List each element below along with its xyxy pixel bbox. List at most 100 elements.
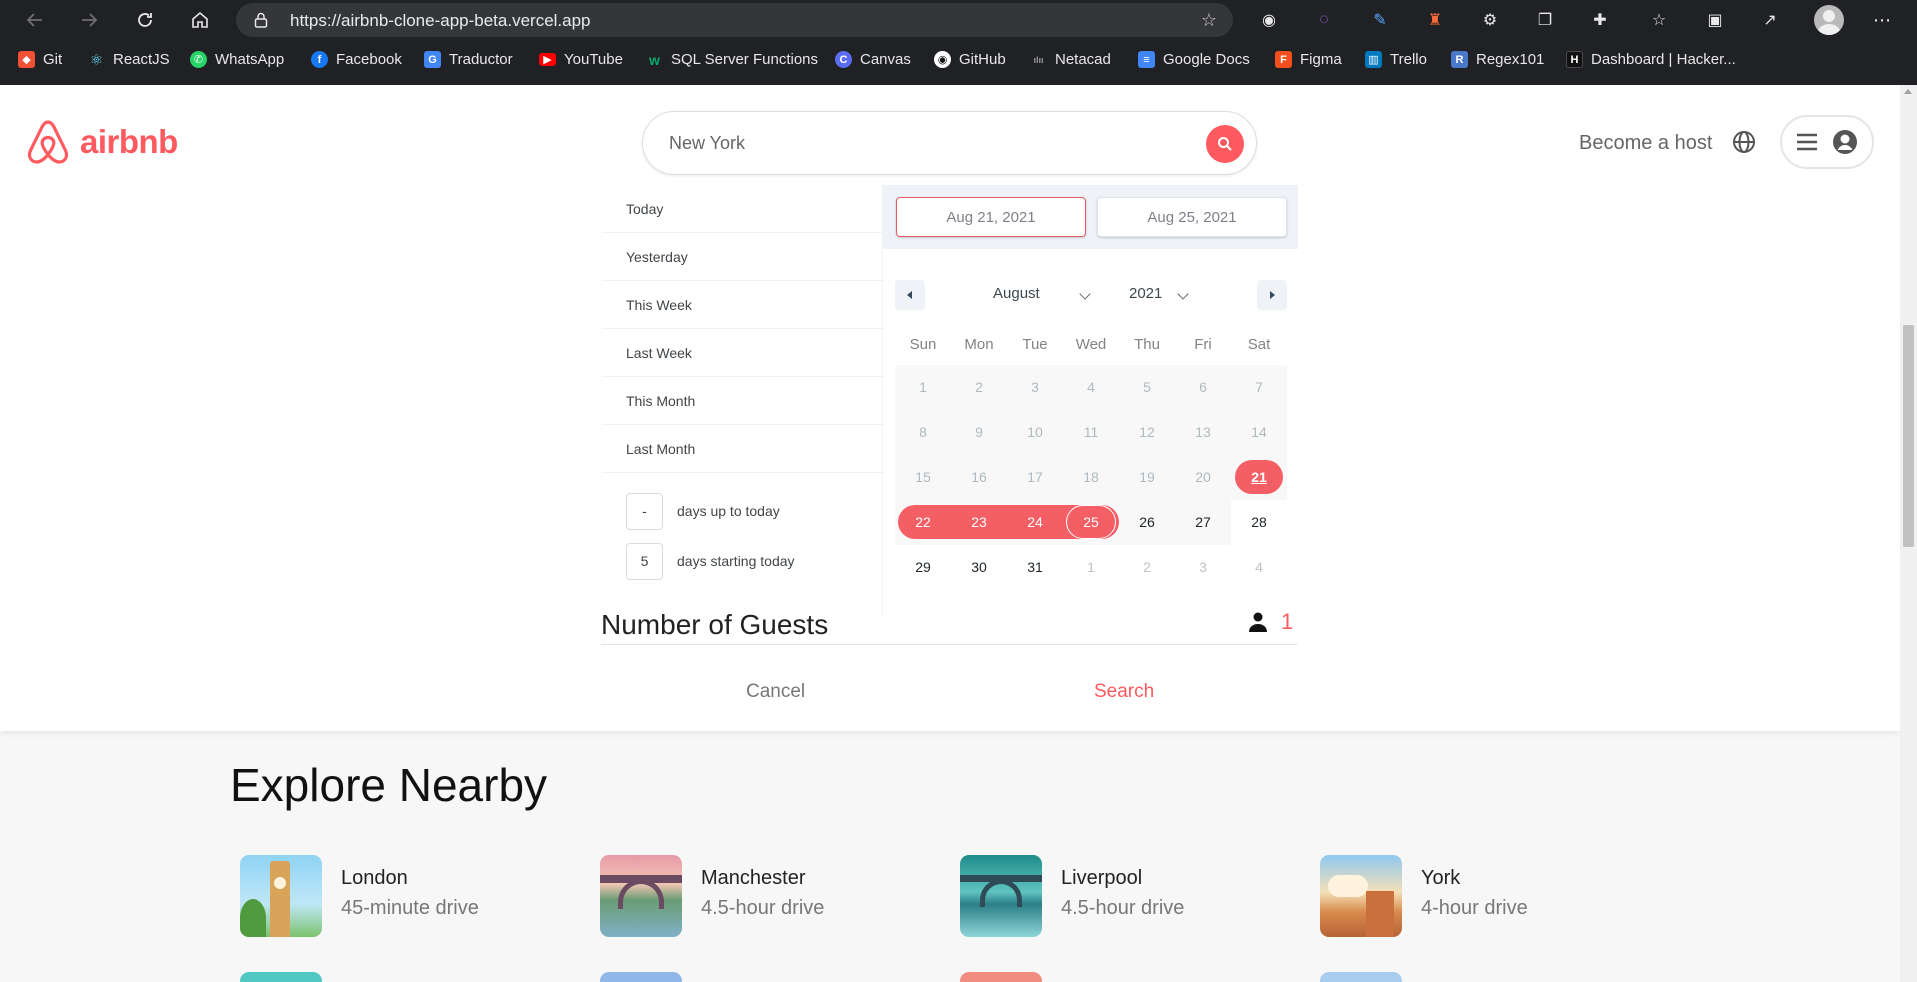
bookmark-facebook[interactable]: f Facebook <box>311 51 402 68</box>
calendar-day[interactable]: 31 <box>1007 549 1063 585</box>
calendar-day-next-month: 3 <box>1199 559 1207 575</box>
bookmark-youtube[interactable]: ▶ YouTube <box>539 51 623 68</box>
cancel-button[interactable]: Cancel <box>746 681 805 703</box>
airbnb-logo-icon <box>27 120 69 164</box>
bookmark-whatsapp[interactable]: ✆ WhatsApp <box>190 51 284 68</box>
bookmark-figma[interactable]: F Figma <box>1275 51 1342 68</box>
search-submit-button[interactable]: Search <box>1094 681 1154 703</box>
trello-icon: ▥ <box>1365 51 1382 68</box>
calendar-day-start-selected[interactable]: 21 <box>1235 460 1283 494</box>
address-bar[interactable]: https://airbnb-clone-app-beta.vercel.app… <box>236 3 1233 37</box>
favorites-icon[interactable]: ☆ <box>1647 8 1671 32</box>
nearby-city: London <box>341 867 408 889</box>
extension-icon[interactable]: ✎ <box>1368 8 1392 32</box>
lock-icon <box>254 12 268 28</box>
range-yesterday[interactable]: Yesterday <box>602 233 884 281</box>
bookmark-github[interactable]: ◉ GitHub <box>934 51 1006 68</box>
figma-icon: F <box>1275 51 1292 68</box>
bookmark-sql[interactable]: w SQL Server Functions <box>646 51 818 68</box>
york-thumbnail <box>1320 855 1402 937</box>
calendar-day-in-range[interactable]: 23 <box>951 504 1007 540</box>
calendar-day[interactable]: 29 <box>895 549 951 585</box>
calendar-day: 9 <box>951 414 1007 450</box>
nearby-distance: 45-minute drive <box>341 897 479 919</box>
bookmark-label: WhatsApp <box>215 51 285 68</box>
back-icon[interactable] <box>20 6 50 34</box>
forward-icon[interactable] <box>74 6 104 34</box>
profile-avatar[interactable] <box>1814 5 1844 35</box>
calendar-day[interactable]: 26 <box>1119 504 1175 540</box>
nearby-card-london[interactable]: London 45-minute drive <box>240 855 540 937</box>
settings-extension-icon[interactable]: ⚙ <box>1478 8 1502 32</box>
range-last-month[interactable]: Last Month <box>602 425 884 473</box>
guests-count[interactable]: 1 <box>1281 609 1293 635</box>
add-favorite-icon[interactable]: ☆ <box>1201 10 1217 31</box>
calendar-day: 19 <box>1119 459 1175 495</box>
calendar-day-in-range[interactable]: 24 <box>1007 504 1063 540</box>
user-icon <box>1249 612 1267 632</box>
calendar-days: 1 2 3 4 5 6 7 8 9 10 11 12 13 14 15 16 1… <box>895 85 1287 982</box>
calendar-day: 3 <box>1007 369 1063 405</box>
nearby-card-manchester[interactable]: Manchester 4.5-hour drive <box>600 855 900 937</box>
nearby-card-liverpool[interactable]: Liverpool 4.5-hour drive <box>960 855 1260 937</box>
become-host-link[interactable]: Become a host <box>1579 132 1712 155</box>
airbnb-logo[interactable]: airbnb <box>24 118 178 166</box>
extension-icon[interactable]: ♜ <box>1423 8 1447 32</box>
collections-extension-icon[interactable]: ❐ <box>1533 8 1557 32</box>
bookmark-reactjs[interactable]: ⚛ ReactJS <box>88 51 170 69</box>
calendar-day: 13 <box>1175 414 1231 450</box>
bookmark-trello[interactable]: ▥ Trello <box>1365 51 1427 68</box>
more-icon[interactable]: ⋯ <box>1870 8 1894 32</box>
calendar-day: 17 <box>1007 459 1063 495</box>
range-this-week[interactable]: This Week <box>602 281 884 329</box>
calendar-day[interactable]: 28 <box>1231 504 1287 540</box>
calendar-day-in-range[interactable]: 22 <box>895 504 951 540</box>
home-icon[interactable] <box>185 6 215 34</box>
bookmark-regex101[interactable]: R Regex101 <box>1451 51 1544 68</box>
bookmark-git[interactable]: ◆ Git <box>18 51 62 68</box>
nearby-card-york[interactable]: York 4-hour drive <box>1320 855 1620 937</box>
header-panel: airbnb New York Become a host Today Yest… <box>0 85 1900 731</box>
bookmark-traductor[interactable]: G Traductor <box>424 51 513 68</box>
range-last-week[interactable]: Last Week <box>602 329 884 377</box>
globe-icon[interactable] <box>1732 130 1756 154</box>
calendar-day-next-month: 1 <box>1087 559 1095 575</box>
collections-icon[interactable]: ▣ <box>1703 8 1727 32</box>
calendar-day-end-selected[interactable]: 25 <box>1066 505 1116 539</box>
range-today[interactable]: Today <box>602 185 884 233</box>
bookmark-google-docs[interactable]: ≡ Google Docs <box>1138 51 1250 68</box>
calendar-day: 10 <box>1007 414 1063 450</box>
extension-icon[interactable]: ◌ <box>1312 8 1336 32</box>
days-up-to-today-input[interactable]: - <box>626 492 663 530</box>
bookmark-label: Facebook <box>336 51 402 68</box>
scrollbar-thumb[interactable] <box>1903 325 1914 547</box>
search-input[interactable]: New York <box>669 133 745 154</box>
bookmark-netacad[interactable]: ılıı Netacad <box>1030 51 1110 68</box>
nearby-thumbnail-partial <box>240 972 322 982</box>
page-scrollbar[interactable] <box>1900 85 1917 982</box>
calendar-day[interactable]: 30 <box>951 549 1007 585</box>
user-icon <box>1833 130 1857 154</box>
share-icon[interactable]: ↗ <box>1758 8 1782 32</box>
range-this-month[interactable]: This Month <box>602 377 884 425</box>
canvas-icon: C <box>835 51 852 68</box>
bookmark-label: Dashboard | Hacker... <box>1591 51 1736 68</box>
whatsapp-icon: ✆ <box>190 51 207 68</box>
user-menu-button[interactable] <box>1780 115 1874 169</box>
reload-icon[interactable] <box>130 6 160 34</box>
guests-label: Number of Guests <box>601 609 829 640</box>
calendar-day: 2 <box>951 369 1007 405</box>
scroll-up-icon[interactable] <box>1904 89 1912 94</box>
bookmark-canvas[interactable]: C Canvas <box>835 51 911 68</box>
extension-icon[interactable]: ◉ <box>1257 8 1281 32</box>
facebook-icon: f <box>311 51 328 68</box>
calendar-day[interactable]: 27 <box>1175 504 1231 540</box>
nearby-thumbnail-partial <box>960 972 1042 982</box>
puzzle-icon[interactable]: ✚ <box>1588 8 1612 32</box>
days-starting-today-input[interactable]: 5 <box>626 542 663 580</box>
url-text: https://airbnb-clone-app-beta.vercel.app <box>290 11 591 30</box>
guests-counter[interactable]: 1 <box>1247 609 1293 635</box>
picker-divider <box>882 185 883 615</box>
nearby-city: Manchester <box>701 867 806 889</box>
bookmark-hackerrank[interactable]: H Dashboard | Hacker... <box>1566 51 1736 68</box>
